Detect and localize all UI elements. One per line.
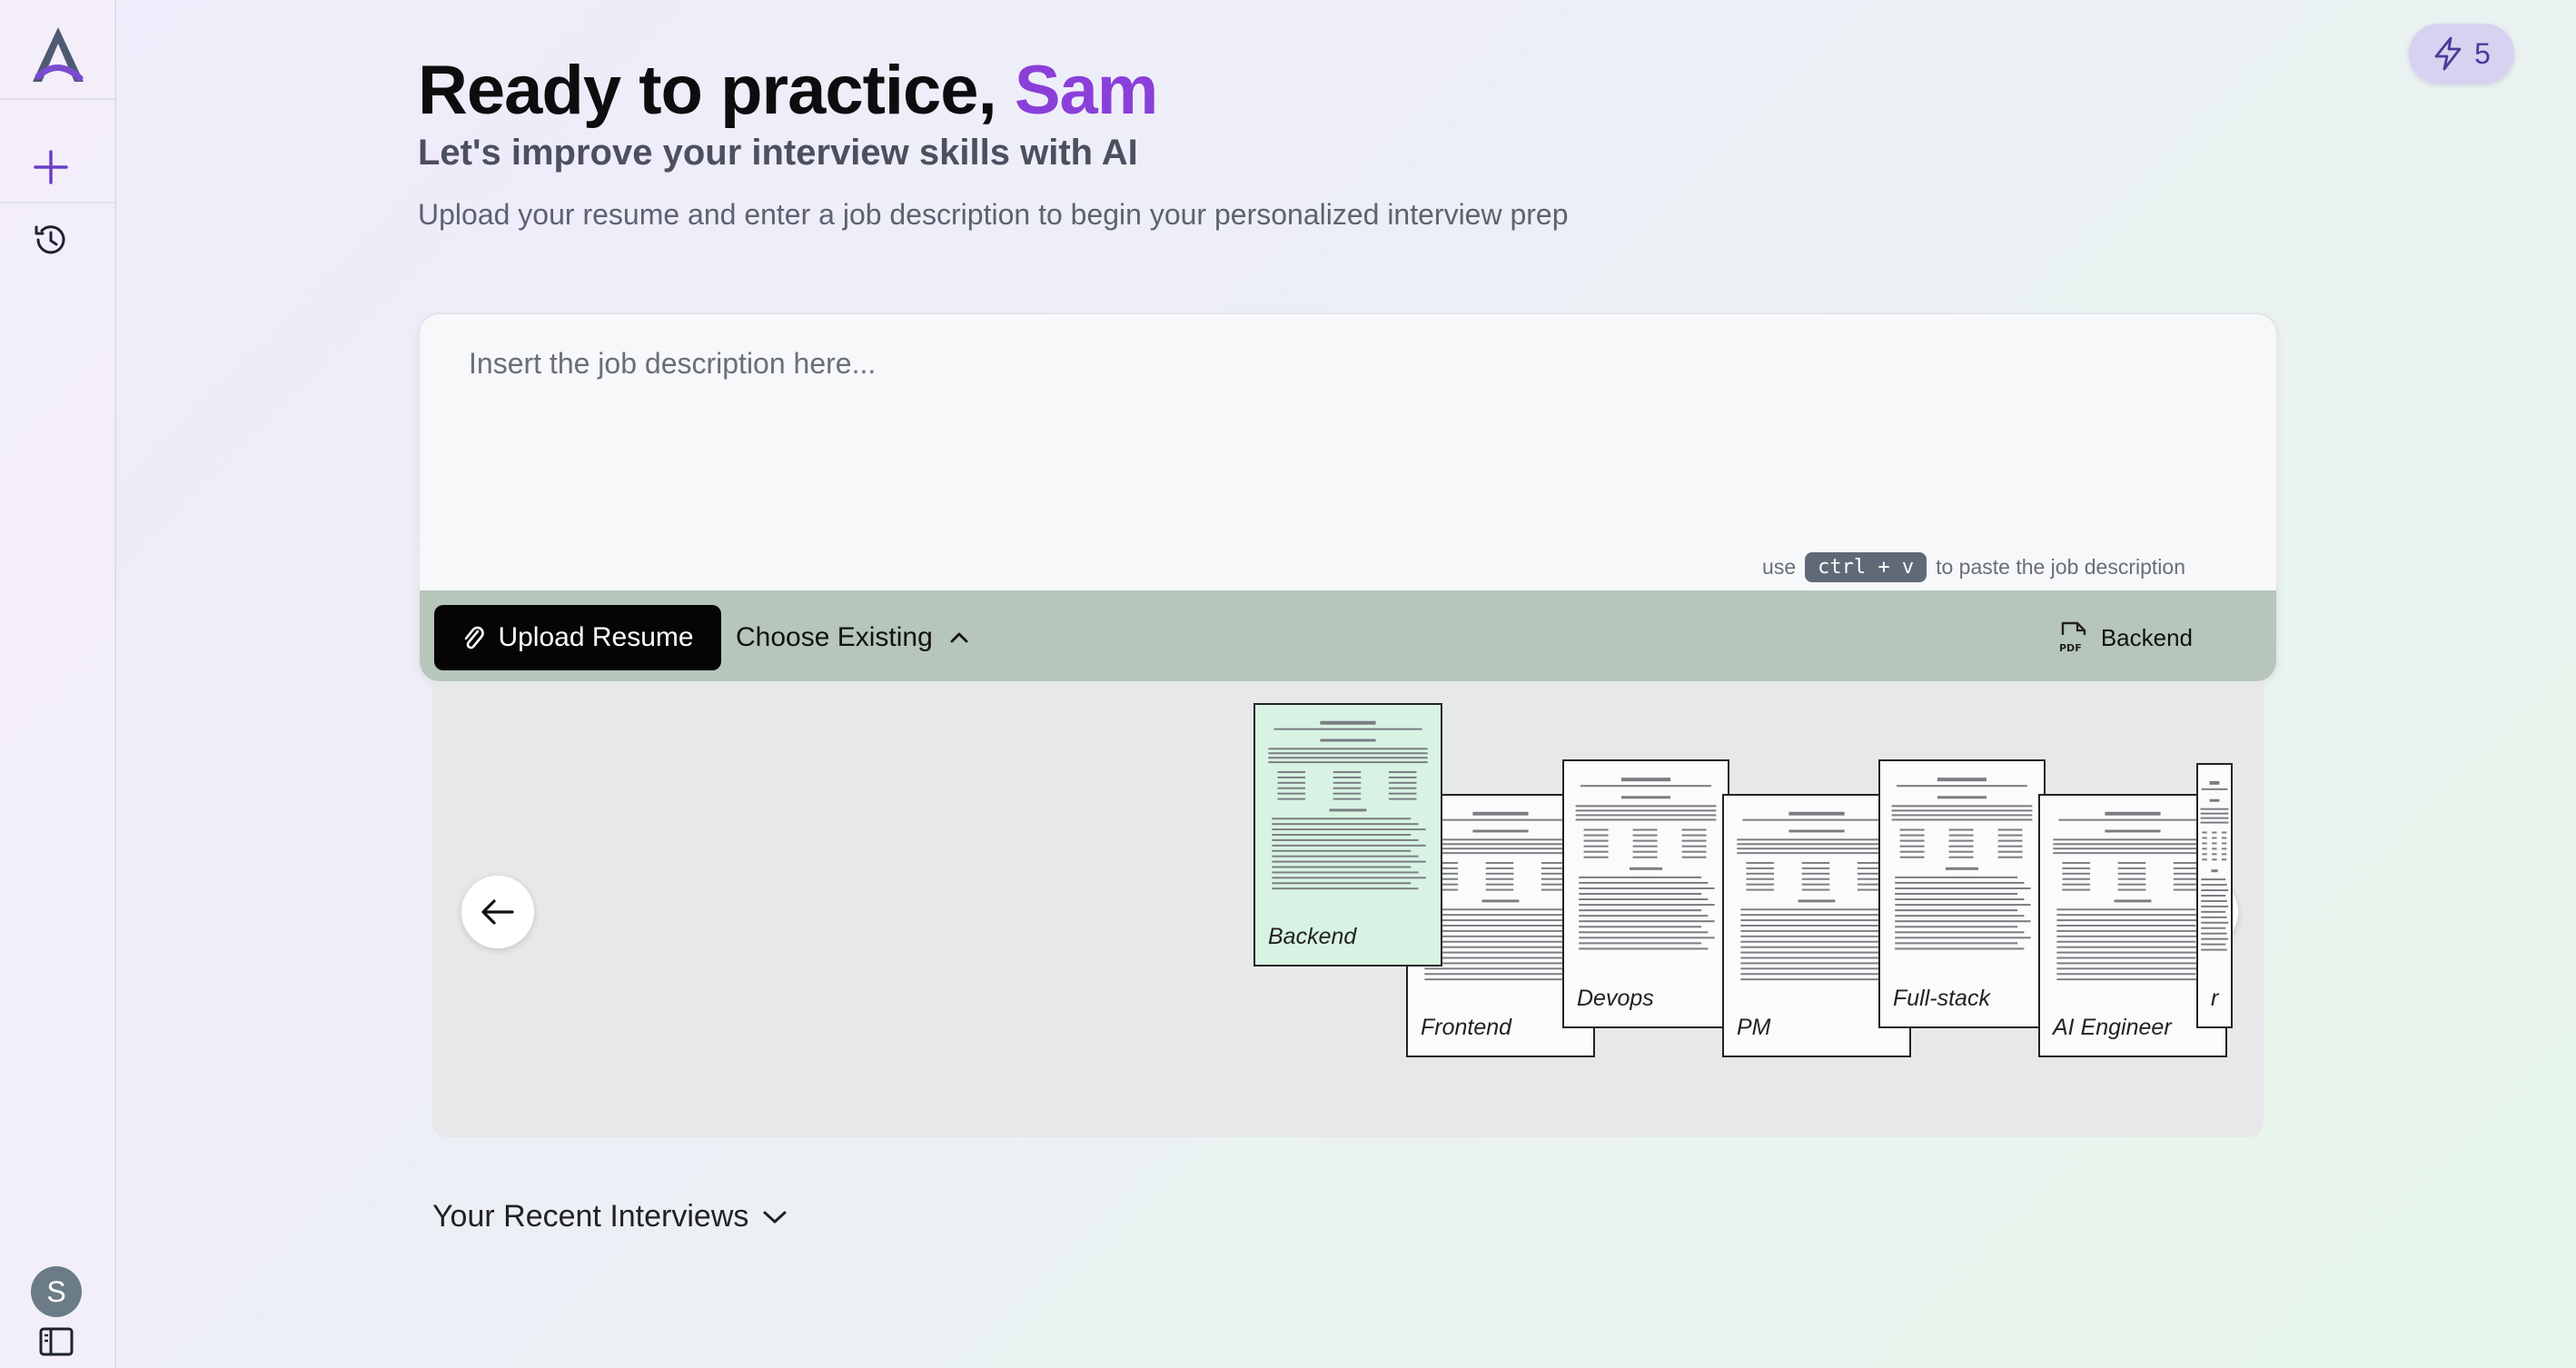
- history-icon: [35, 225, 65, 254]
- resume-card[interactable]: r: [2196, 763, 2233, 1028]
- resume-card[interactable]: Devops: [1562, 759, 1729, 1028]
- credits-count: 5: [2474, 36, 2491, 70]
- page-description: Upload your resume and enter a job descr…: [418, 198, 1569, 231]
- page-subtitle: Let's improve your interview skills with…: [418, 133, 1138, 173]
- job-description-card: use ctrl + v to paste the job descriptio…: [418, 312, 2278, 683]
- chevron-up-icon: [950, 632, 968, 643]
- resume-toolbar: Upload Resume Choose Existing PDF Backen…: [420, 590, 2276, 681]
- avatar[interactable]: S: [31, 1266, 82, 1317]
- resume-card-label: AI Engineer: [2053, 1015, 2172, 1040]
- credits-badge[interactable]: 5: [2409, 24, 2514, 84]
- page-title: Ready to practice, Sam: [418, 51, 1159, 130]
- pdf-file-icon: PDF: [2059, 621, 2086, 654]
- resume-card[interactable]: Backend: [1253, 703, 1442, 967]
- paste-hint: use ctrl + v to paste the job descriptio…: [1762, 552, 2185, 582]
- sidebar-toggle-icon: [39, 1327, 74, 1356]
- upload-resume-label: Upload Resume: [498, 622, 694, 652]
- resume-carousel: Backend Frontend Devops PM Full-stack AI Engi…: [432, 683, 2264, 1137]
- paperclip-icon: [465, 626, 485, 649]
- carousel-prev-button[interactable]: [461, 876, 534, 948]
- sidebar: S: [0, 0, 116, 1368]
- sidebar-divider: [0, 98, 114, 100]
- recent-interviews-label: Your Recent Interviews: [432, 1199, 749, 1234]
- choose-existing-label: Choose Existing: [736, 622, 933, 652]
- choose-existing-toggle[interactable]: Choose Existing: [736, 607, 969, 669]
- chevron-down-icon: [763, 1211, 787, 1223]
- new-interview-button[interactable]: [27, 144, 74, 191]
- sidebar-toggle-button[interactable]: [38, 1326, 74, 1357]
- resume-card-label: Backend: [1268, 924, 1357, 949]
- resume-card-label: Frontend: [1421, 1015, 1512, 1040]
- plus-icon: [34, 150, 68, 184]
- resume-card[interactable]: Full-stack: [1878, 759, 2046, 1028]
- recent-interviews-toggle[interactable]: Your Recent Interviews: [432, 1199, 788, 1234]
- lightning-icon: [2434, 36, 2462, 71]
- resume-card-label: PM: [1737, 1015, 1771, 1040]
- paste-hint-suffix: to paste the job description: [1936, 555, 2185, 579]
- paste-shortcut-key: ctrl + v: [1805, 552, 1927, 582]
- app-logo-icon[interactable]: [25, 24, 91, 87]
- resume-card-label: Devops: [1577, 986, 1654, 1011]
- paste-hint-prefix: use: [1762, 555, 1797, 579]
- resume-card-label: Full-stack: [1893, 986, 1990, 1011]
- user-name: Sam: [1014, 52, 1159, 129]
- job-description-input[interactable]: [420, 314, 2276, 590]
- upload-resume-button[interactable]: Upload Resume: [434, 605, 721, 670]
- resume-card-label: r: [2211, 986, 2219, 1011]
- selected-resume-label: Backend: [2100, 623, 2193, 651]
- sidebar-divider: [0, 202, 114, 203]
- history-button[interactable]: [27, 216, 74, 263]
- greeting-text: Ready to practice,: [418, 52, 1015, 129]
- selected-resume[interactable]: PDF Backend: [2057, 610, 2193, 665]
- arrow-left-icon: [481, 899, 514, 925]
- svg-text:PDF: PDF: [2059, 642, 2082, 654]
